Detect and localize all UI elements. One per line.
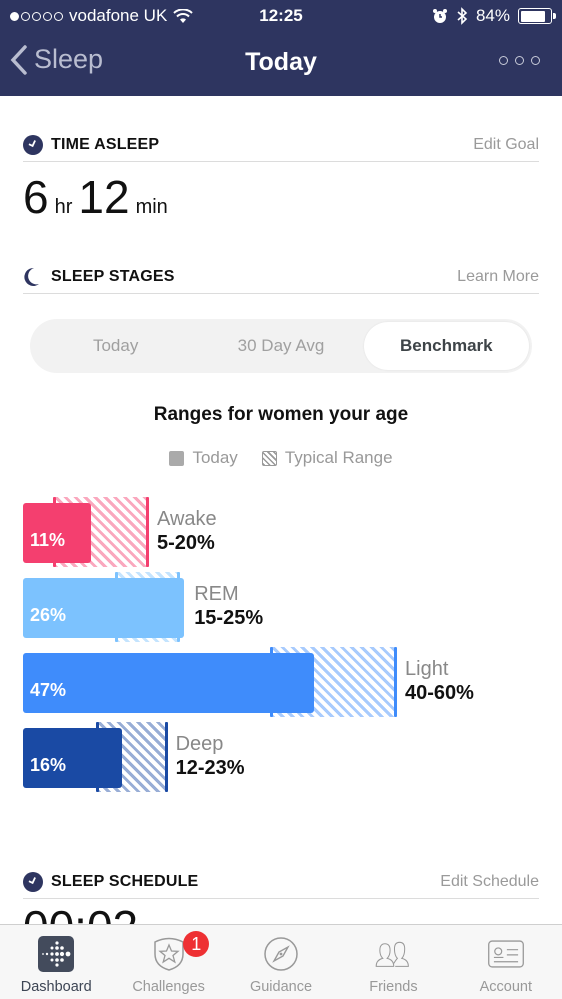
- app-header: vodafone UK 12:25 84% Sleep Today: [0, 0, 562, 96]
- range-min-marker: [96, 722, 100, 792]
- range-label: 12-23%: [175, 757, 245, 779]
- legend-label: Today: [192, 448, 238, 467]
- challenges-icon: [153, 937, 184, 971]
- back-label: Sleep: [34, 44, 104, 74]
- edit-goal-link[interactable]: Edit Goal: [473, 136, 539, 154]
- stage-name: Deep: [175, 733, 224, 755]
- tab-guidance[interactable]: Guidance: [225, 925, 337, 999]
- chevron-left-icon: [10, 44, 27, 75]
- stage-label: REM 15-25%: [194, 582, 263, 630]
- sleep-stages-header: SLEEP STAGES Learn More: [23, 260, 539, 294]
- battery-percent: 84%: [475, 6, 510, 25]
- hours-unit: hr: [54, 196, 73, 218]
- stage-row-rem: 26% REM 15-25%: [0, 570, 562, 642]
- legend-today: Today: [169, 448, 238, 468]
- tab-account[interactable]: Account: [450, 925, 562, 999]
- dashboard-icon: [38, 936, 75, 972]
- clock-icon: [23, 134, 43, 155]
- friends-icon: [376, 941, 410, 967]
- more-options-button[interactable]: [499, 56, 540, 65]
- stage-name: Awake: [157, 508, 217, 530]
- minutes-unit: min: [135, 196, 168, 218]
- range-label: 40-60%: [405, 682, 474, 704]
- chart-title: Ranges for women your age: [153, 404, 409, 425]
- range-min-marker: [115, 572, 118, 642]
- range-min-marker: [270, 647, 273, 717]
- nav-bar: Sleep Today: [0, 38, 562, 88]
- typical-range-band: [116, 572, 178, 642]
- account-icon: [487, 940, 524, 968]
- tab-label: Friends: [369, 979, 418, 995]
- section-title: TIME ASLEEP: [51, 135, 160, 153]
- tab-today[interactable]: Today: [33, 322, 198, 370]
- stages-view-toggle: Today 30 Day Avg Benchmark: [30, 319, 532, 373]
- more-icon: [499, 56, 508, 65]
- tab-label: Challenges: [132, 979, 205, 995]
- range-max-marker: [164, 722, 168, 792]
- battery-icon: [518, 8, 556, 24]
- stage-row-awake: 11% Awake 5-20%: [0, 495, 562, 567]
- range-label: 5-20%: [157, 532, 215, 554]
- tab-label: Account: [479, 979, 533, 995]
- time-asleep-value: 6 hr 12 min: [23, 170, 174, 224]
- alarm-icon: [432, 9, 447, 23]
- today-value-label: 26%: [30, 605, 67, 625]
- hours-value: 6: [23, 171, 49, 223]
- tab-dashboard[interactable]: Dashboard: [0, 925, 112, 999]
- sleep-stages-chart: 11% Awake 5-20% 26% REM 15-25% 47% Light 40-60% 1…: [0, 495, 562, 795]
- legend-typical-range: Typical Range: [261, 448, 393, 468]
- range-label: 15-25%: [194, 607, 264, 629]
- range-max-marker: [177, 572, 180, 642]
- status-bar: vodafone UK 12:25 84%: [0, 0, 562, 32]
- tab-30-day-avg[interactable]: 30 Day Avg: [198, 322, 363, 370]
- range-max-marker: [146, 497, 149, 567]
- stage-label: Deep 12-23%: [176, 732, 245, 780]
- learn-more-link[interactable]: Learn More: [457, 268, 539, 286]
- typical-range-band: [54, 497, 147, 567]
- tab-label: Guidance: [249, 979, 313, 995]
- typical-range-band: [97, 722, 166, 792]
- clock-icon: [23, 871, 43, 892]
- time-asleep-header: TIME ASLEEP Edit Goal: [23, 128, 539, 162]
- legend-label: Typical Range: [284, 448, 393, 467]
- typical-range-band: [271, 647, 395, 717]
- stage-name: REM: [194, 583, 239, 605]
- tab-benchmark[interactable]: Benchmark: [363, 322, 529, 370]
- today-value-label: 11%: [30, 530, 66, 550]
- stage-name: Light: [405, 658, 449, 680]
- edit-schedule-link[interactable]: Edit Schedule: [440, 873, 539, 891]
- range-max-marker: [394, 647, 397, 717]
- stage-row-light: 47% Light 40-60%: [0, 645, 562, 717]
- chart-legend: Today Typical Range: [0, 448, 562, 468]
- tab-label: Dashboard: [20, 979, 92, 995]
- stage-label: Light 40-60%: [405, 657, 474, 705]
- compass-icon: [264, 937, 298, 971]
- solid-swatch-icon: [169, 450, 185, 466]
- stage-label: Awake 5-20%: [157, 507, 217, 555]
- bluetooth-icon: [457, 7, 468, 25]
- tab-bar: Dashboard 1 Challenges Guidance Friends …: [0, 924, 562, 999]
- moon-icon: [24, 267, 39, 286]
- stage-row-deep: 16% Deep 12-23%: [0, 720, 562, 792]
- hatched-swatch-icon: [261, 450, 277, 466]
- notification-badge: 1: [183, 931, 210, 957]
- today-value-label: 47%: [30, 680, 67, 700]
- tab-challenges[interactable]: 1 Challenges: [112, 925, 224, 999]
- today-value-label: 16%: [30, 755, 67, 775]
- section-title: SLEEP SCHEDULE: [51, 872, 199, 890]
- sleep-schedule-header: SLEEP SCHEDULE Edit Schedule: [23, 865, 539, 899]
- back-button[interactable]: Sleep: [10, 44, 103, 75]
- minutes-value: 12: [78, 171, 130, 223]
- section-title: SLEEP STAGES: [51, 267, 175, 285]
- tab-friends[interactable]: Friends: [337, 925, 449, 999]
